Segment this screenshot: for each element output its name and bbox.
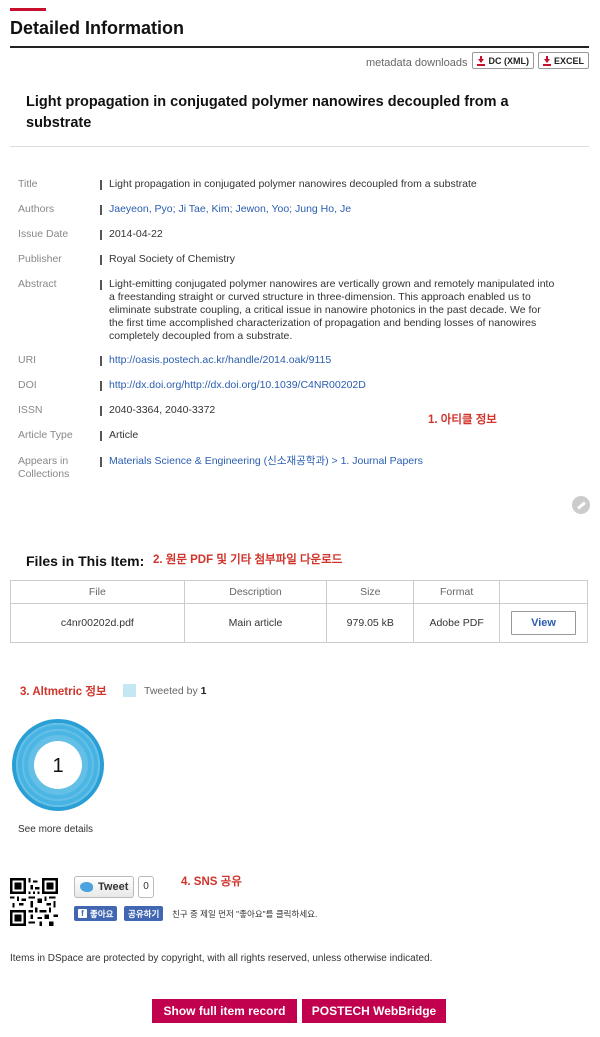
altmetric-score: 1 [52,755,63,777]
field-separator [100,457,102,467]
abstract-text: Light-emitting conjugated polymer nanowi… [109,278,555,342]
column-header: Size [326,580,415,604]
field-value: Article [109,429,139,441]
field-separator [100,381,102,391]
field-separator [100,356,102,366]
field-separator [100,431,102,441]
field-row-authors: Authors Jaeyeon, Pyo; Ji Tae, Kim; Jewon… [18,203,558,216]
view-button[interactable]: View [511,611,577,635]
authors-link[interactable]: Jaeyeon, Pyo; Ji Tae, Kim; Jewon, Yoo; J… [109,203,558,216]
divider [10,146,589,147]
field-label: Article Type [18,429,73,441]
collection-link[interactable]: Materials Science & Engineering (신소재공학과)… [109,455,558,481]
facebook-like-prompt: 친구 중 제일 먼저 "좋아요"를 클릭하세요. [172,909,318,919]
metadata-downloads: metadata downloads DC (XML) EXCEL [366,52,589,69]
uri-link[interactable]: http://oasis.postech.ac.kr/handle/2014.o… [109,354,558,367]
show-full-record-button[interactable]: Show full item record [152,999,297,1023]
excel-download-button[interactable]: EXCEL [537,52,589,69]
dc-xml-download-button[interactable]: DC (XML) [472,52,534,69]
dc-xml-label: DC (XML) [488,55,529,66]
fb-like-label: 좋아요 [90,908,114,919]
field-value: 2014-04-22 [109,228,163,240]
download-icon [477,55,486,66]
annotation-files: 2. 원문 PDF 및 기타 첨부파일 다운로드 [153,554,343,566]
files-table: File Description Size Format c4nr00202d.… [10,580,588,643]
field-label: URI [18,354,37,366]
tweet-label: Tweet [98,881,129,893]
tweet-button[interactable]: Tweet [74,876,134,898]
title-divider [10,46,589,48]
page-title: Detailed Information [10,18,185,38]
field-label: Appears in Collections [18,455,100,481]
field-row-doi: DOI http://dx.doi.org/http://dx.doi.org/… [18,379,558,392]
item-title: Light propagation in conjugated polymer … [26,94,509,131]
altmetric-legend: Tweeted by 1 [144,685,206,697]
table-row: c4nr00202d.pdf Main article 979.05 kB Ad… [10,603,588,643]
copyright-notice: Items in DSpace are protected by copyrig… [10,953,433,964]
field-row-title: Title Light propagation in conjugated po… [18,178,558,191]
field-row-issue-date: Issue Date 2014-04-22 [18,228,558,241]
file-format: Adobe PDF [413,603,501,643]
annotation-article-info: 1. 아티클 정보 [428,414,497,426]
webbridge-button[interactable]: POSTECH WebBridge [302,999,446,1023]
field-separator [100,280,102,290]
field-separator [100,230,102,240]
field-label-line1: Appears in [18,455,69,467]
annotation-altmetric: 3. Altmetric 정보 [20,686,107,698]
fb-share-label: 공유하기 [128,908,160,919]
facebook-share-button[interactable]: 공유하기 [124,906,164,921]
doi-link[interactable]: http://dx.doi.org/http://dx.doi.org/10.1… [109,379,558,392]
facebook-icon: f [78,909,87,918]
download-icon [542,55,551,66]
field-label-line2: Collections [18,468,70,480]
field-label: ISSN [18,404,43,416]
excel-label: EXCEL [553,55,584,66]
field-separator [100,406,102,416]
field-label: Title [18,178,38,190]
field-row-publisher: Publisher Royal Society of Chemistry [18,253,558,266]
field-label: Abstract [18,278,57,290]
files-table-header: File Description Size Format [10,580,588,604]
header-accent-bar [10,8,46,11]
twitter-bird-icon [80,882,93,892]
qr-code [10,878,58,926]
annotation-sns: 4. SNS 공유 [181,876,242,888]
file-action-cell: View [499,603,588,643]
edit-icon[interactable] [572,496,590,514]
field-label: Issue Date [18,228,69,240]
field-row-article-type: Article Type Article [18,429,558,442]
metadata-downloads-label: metadata downloads [365,56,468,69]
tweet-count: 0 [138,876,154,898]
file-description: Main article [183,603,328,643]
file-name: c4nr00202d.pdf [10,603,185,643]
field-separator [100,255,102,265]
files-section-title: Files in This Item: [26,553,145,569]
field-separator [100,205,102,215]
field-row-collections: Appears in Collections Materials Science… [18,455,558,481]
facebook-like-button[interactable]: f 좋아요 [74,906,118,921]
column-header: File [10,580,185,604]
legend-count: 1 [200,685,207,697]
altmetric-donut[interactable]: 1 [8,715,108,815]
see-more-details-link[interactable]: See more details [18,824,93,835]
field-row-abstract: Abstract Light-emitting conjugated polym… [18,278,558,343]
twitter-legend-swatch [123,684,136,697]
field-separator [100,180,102,190]
legend-label: Tweeted by [144,685,198,697]
field-label: DOI [18,379,37,391]
column-header: Format [413,580,501,604]
column-header [499,580,588,604]
field-row-uri: URI http://oasis.postech.ac.kr/handle/20… [18,354,558,367]
field-label: Authors [18,203,55,215]
file-size: 979.05 kB [326,603,415,643]
field-value: Light propagation in conjugated polymer … [109,178,477,190]
column-header: Description [183,580,328,604]
field-value: Royal Society of Chemistry [109,253,236,265]
field-label: Publisher [18,253,62,265]
